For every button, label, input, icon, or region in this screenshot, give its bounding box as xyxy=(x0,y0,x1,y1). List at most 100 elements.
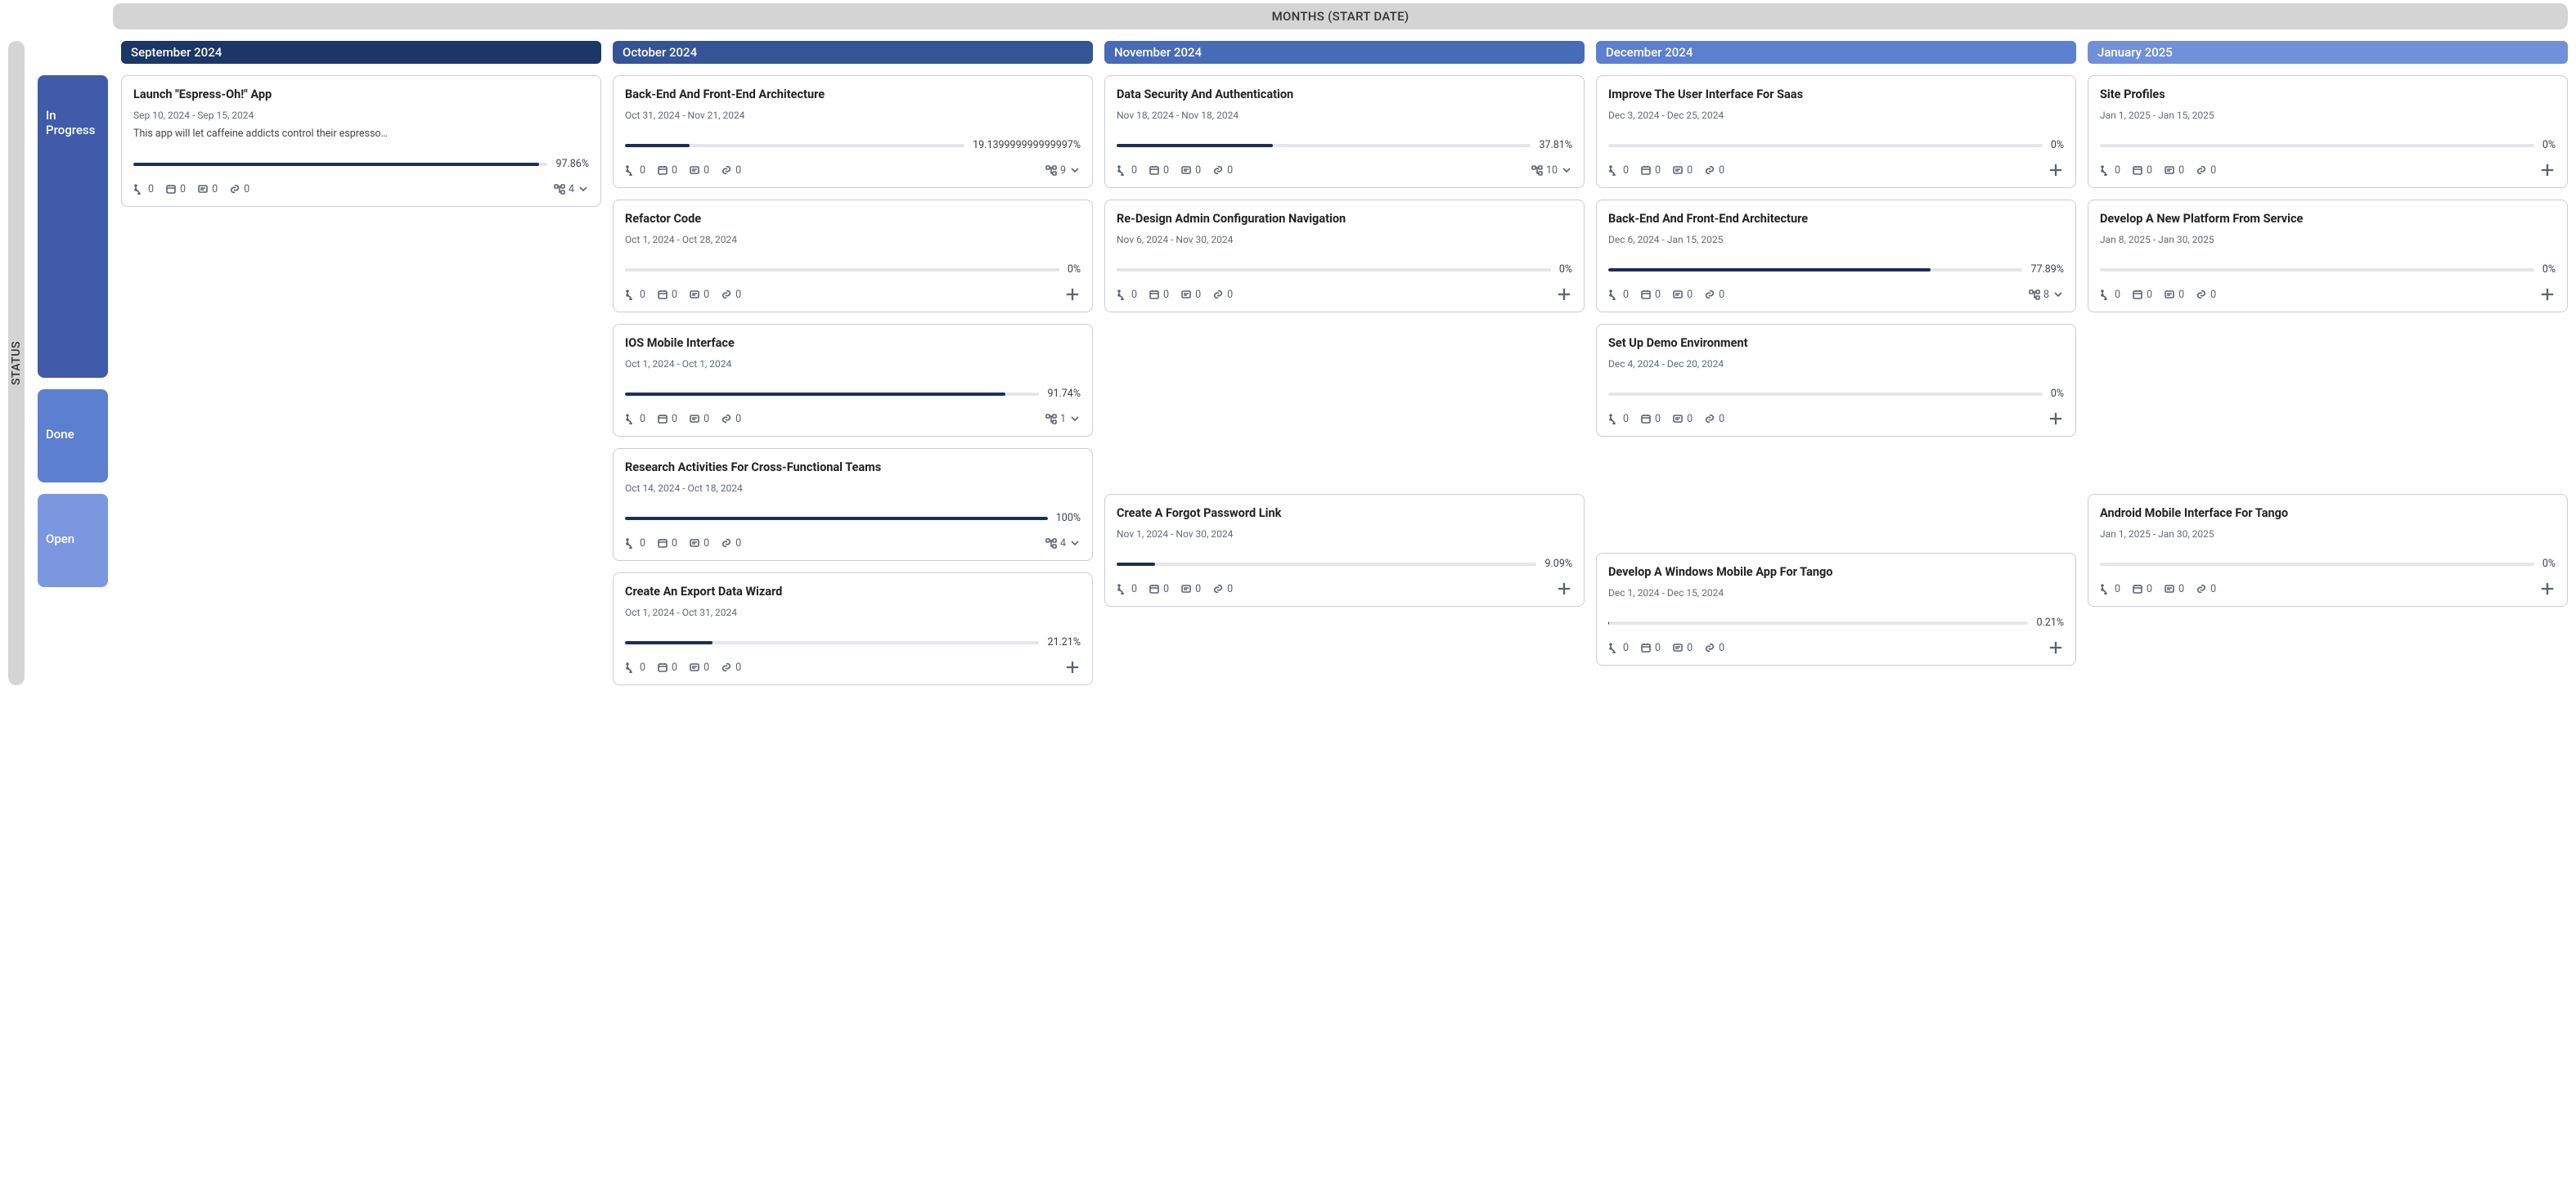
task-card[interactable]: Develop A New Platform From ServiceJan 8… xyxy=(2088,200,2568,312)
metric-comments[interactable]: 0 xyxy=(1180,289,1201,301)
month-header[interactable]: September 2024 xyxy=(121,41,601,64)
task-card[interactable]: Create An Export Data WizardOct 1, 2024 … xyxy=(613,572,1093,685)
subtask-count[interactable]: 8 xyxy=(2029,289,2064,301)
metric-comments[interactable]: 0 xyxy=(2164,289,2184,301)
add-subtask-button[interactable] xyxy=(2539,162,2556,178)
metric-schedule[interactable]: 0 xyxy=(1149,164,1169,177)
metric-schedule[interactable]: 0 xyxy=(657,289,677,301)
metric-schedule[interactable]: 0 xyxy=(1640,642,1661,654)
task-card[interactable]: Improve The User Interface For SaasDec 3… xyxy=(1596,75,2076,188)
metric-branches[interactable]: 0 xyxy=(133,183,154,195)
metric-branches[interactable]: 0 xyxy=(1608,289,1629,301)
add-subtask-button[interactable] xyxy=(2048,162,2064,178)
metric-comments[interactable]: 0 xyxy=(2164,583,2184,595)
subtask-count[interactable]: 10 xyxy=(1531,164,1572,177)
metric-comments[interactable]: 0 xyxy=(1180,164,1201,177)
metric-branches[interactable]: 0 xyxy=(1117,289,1137,301)
metric-links[interactable]: 0 xyxy=(2196,289,2216,301)
subtask-count[interactable]: 9 xyxy=(1045,164,1081,177)
task-card[interactable]: Create A Forgot Password LinkNov 1, 2024… xyxy=(1104,494,1585,607)
metric-branches[interactable]: 0 xyxy=(2100,164,2120,177)
metric-schedule[interactable]: 0 xyxy=(1640,413,1661,425)
task-card[interactable]: Research Activities For Cross-Functional… xyxy=(613,448,1093,561)
add-subtask-button[interactable] xyxy=(1556,581,1572,597)
subtask-count[interactable]: 1 xyxy=(1045,413,1081,425)
subtask-count[interactable]: 4 xyxy=(554,183,589,195)
metric-links[interactable]: 0 xyxy=(721,537,741,550)
metric-links[interactable]: 0 xyxy=(721,164,741,177)
metric-comments[interactable]: 0 xyxy=(689,413,709,425)
metric-links[interactable]: 0 xyxy=(2196,583,2216,595)
metric-comments[interactable]: 0 xyxy=(197,183,218,195)
metric-links[interactable]: 0 xyxy=(1212,164,1233,177)
metric-schedule[interactable]: 0 xyxy=(2132,289,2152,301)
metric-links[interactable]: 0 xyxy=(229,183,250,195)
metric-branches[interactable]: 0 xyxy=(625,413,645,425)
metric-schedule[interactable]: 0 xyxy=(657,537,677,550)
metric-links[interactable]: 0 xyxy=(2196,164,2216,177)
task-card[interactable]: Develop A Windows Mobile App For TangoDe… xyxy=(1596,553,2076,666)
task-card[interactable]: Android Mobile Interface For TangoJan 1,… xyxy=(2088,494,2568,607)
task-card[interactable]: Launch "Espress-Oh!" AppSep 10, 2024 - S… xyxy=(121,75,601,207)
add-subtask-button[interactable] xyxy=(1556,286,1572,303)
metric-links[interactable]: 0 xyxy=(1704,289,1724,301)
add-subtask-button[interactable] xyxy=(2539,581,2556,597)
month-header[interactable]: November 2024 xyxy=(1104,41,1585,64)
status-in-progress[interactable]: In Progress xyxy=(38,75,108,378)
status-open[interactable]: Open xyxy=(38,494,108,587)
task-card[interactable]: Refactor CodeOct 1, 2024 - Oct 28, 20240… xyxy=(613,200,1093,312)
metric-branches[interactable]: 0 xyxy=(2100,289,2120,301)
metric-links[interactable]: 0 xyxy=(721,289,741,301)
add-subtask-button[interactable] xyxy=(2048,639,2064,656)
metric-branches[interactable]: 0 xyxy=(1117,164,1137,177)
month-header[interactable]: January 2025 xyxy=(2088,41,2568,64)
metric-schedule[interactable]: 0 xyxy=(2132,583,2152,595)
metric-branches[interactable]: 0 xyxy=(2100,583,2120,595)
metric-links[interactable]: 0 xyxy=(721,413,741,425)
status-done[interactable]: Done xyxy=(38,389,108,482)
metric-branches[interactable]: 0 xyxy=(1608,164,1629,177)
month-header[interactable]: December 2024 xyxy=(1596,41,2076,64)
add-subtask-button[interactable] xyxy=(2539,286,2556,303)
metric-comments[interactable]: 0 xyxy=(1672,164,1693,177)
metric-comments[interactable]: 0 xyxy=(689,537,709,550)
task-card[interactable]: Data Security And AuthenticationNov 18, … xyxy=(1104,75,1585,188)
task-card[interactable]: Re-Design Admin Configuration Navigation… xyxy=(1104,200,1585,312)
metric-links[interactable]: 0 xyxy=(1212,289,1233,301)
metric-schedule[interactable]: 0 xyxy=(657,164,677,177)
task-card[interactable]: Back-End And Front-End ArchitectureDec 6… xyxy=(1596,200,2076,312)
metric-links[interactable]: 0 xyxy=(1704,642,1724,654)
metric-comments[interactable]: 0 xyxy=(689,662,709,674)
add-subtask-button[interactable] xyxy=(1064,659,1081,675)
metric-branches[interactable]: 0 xyxy=(625,662,645,674)
metric-schedule[interactable]: 0 xyxy=(657,413,677,425)
metric-links[interactable]: 0 xyxy=(721,662,741,674)
metric-links[interactable]: 0 xyxy=(1704,164,1724,177)
metric-comments[interactable]: 0 xyxy=(2164,164,2184,177)
metric-branches[interactable]: 0 xyxy=(1608,642,1629,654)
metric-links[interactable]: 0 xyxy=(1704,413,1724,425)
month-header[interactable]: October 2024 xyxy=(613,41,1093,64)
metric-schedule[interactable]: 0 xyxy=(1640,164,1661,177)
metric-branches[interactable]: 0 xyxy=(625,164,645,177)
metric-schedule[interactable]: 0 xyxy=(1149,289,1169,301)
task-card[interactable]: IOS Mobile InterfaceOct 1, 2024 - Oct 1,… xyxy=(613,324,1093,437)
metric-schedule[interactable]: 0 xyxy=(2132,164,2152,177)
metric-schedule[interactable]: 0 xyxy=(165,183,186,195)
metric-branches[interactable]: 0 xyxy=(625,537,645,550)
metric-comments[interactable]: 0 xyxy=(1672,289,1693,301)
add-subtask-button[interactable] xyxy=(1064,286,1081,303)
metric-comments[interactable]: 0 xyxy=(689,164,709,177)
metric-comments[interactable]: 0 xyxy=(1672,642,1693,654)
task-card[interactable]: Set Up Demo EnvironmentDec 4, 2024 - Dec… xyxy=(1596,324,2076,437)
subtask-count[interactable]: 4 xyxy=(1045,537,1081,550)
metric-schedule[interactable]: 0 xyxy=(657,662,677,674)
metric-links[interactable]: 0 xyxy=(1212,583,1233,595)
add-subtask-button[interactable] xyxy=(2048,411,2064,427)
metric-branches[interactable]: 0 xyxy=(1117,583,1137,595)
task-card[interactable]: Back-End And Front-End ArchitectureOct 3… xyxy=(613,75,1093,188)
metric-schedule[interactable]: 0 xyxy=(1149,583,1169,595)
metric-comments[interactable]: 0 xyxy=(1180,583,1201,595)
metric-comments[interactable]: 0 xyxy=(689,289,709,301)
metric-schedule[interactable]: 0 xyxy=(1640,289,1661,301)
